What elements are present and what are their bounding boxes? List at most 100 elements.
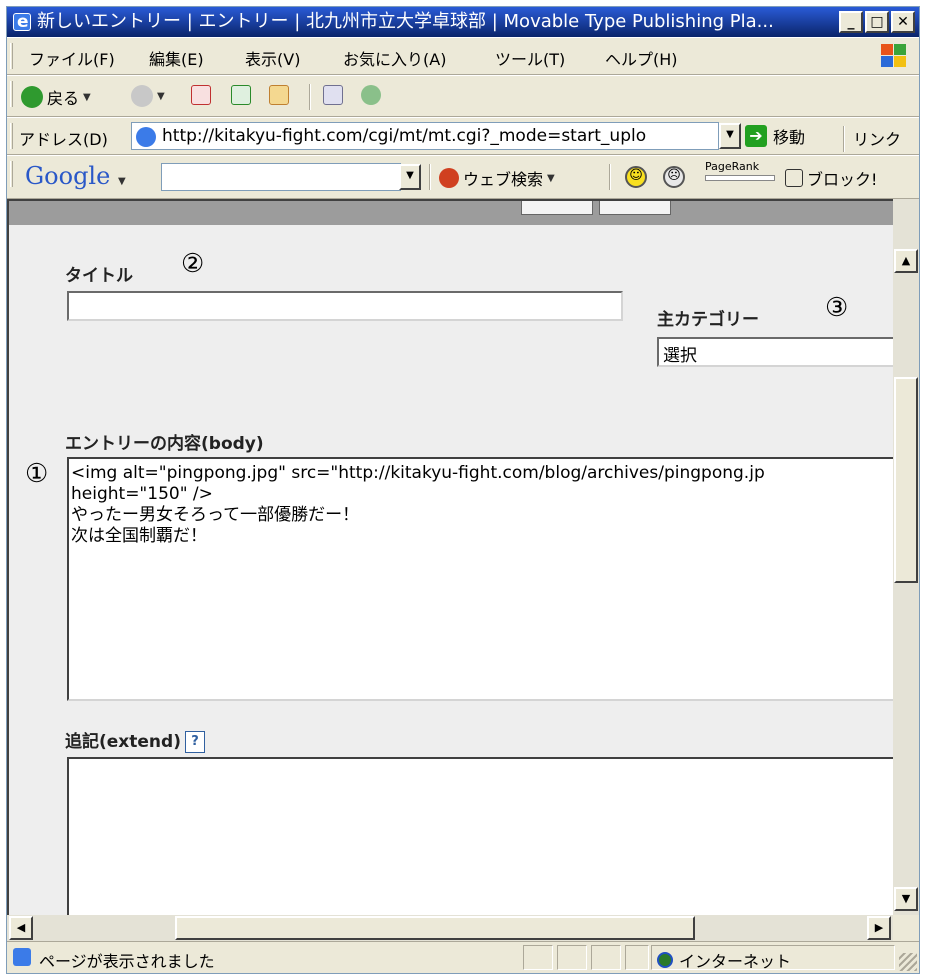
strip-button[interactable] bbox=[521, 201, 593, 215]
toolbar-grip[interactable] bbox=[10, 81, 13, 107]
menu-favorites[interactable]: お気に入り(A) bbox=[343, 46, 446, 70]
google-search-dropdown[interactable]: ▼ bbox=[399, 164, 421, 190]
minimize-button[interactable]: _ bbox=[839, 11, 863, 33]
menu-file[interactable]: ファイル(F) bbox=[29, 46, 115, 70]
resize-grip[interactable] bbox=[899, 953, 917, 971]
scrollbar-corner bbox=[893, 915, 919, 941]
status-pane bbox=[523, 945, 553, 970]
maximize-button[interactable]: □ bbox=[865, 11, 889, 33]
go-button[interactable]: ➔ 移動 bbox=[745, 124, 805, 148]
chevron-down-icon[interactable]: ▼ bbox=[118, 176, 126, 187]
go-arrow-icon: ➔ bbox=[745, 125, 767, 147]
window-title: 新しいエントリー | エントリー | 北九州市立大学卓球部 | Movable … bbox=[37, 11, 774, 32]
links-button[interactable]: リンク bbox=[853, 126, 901, 150]
toolbar-grip[interactable] bbox=[10, 123, 13, 149]
menu-view[interactable]: 表示(V) bbox=[245, 46, 300, 70]
toolbar-grip[interactable] bbox=[10, 43, 13, 69]
page-status-icon bbox=[13, 948, 31, 966]
body-label: エントリーの内容(body) bbox=[65, 434, 264, 454]
vertical-scroll-thumb[interactable] bbox=[894, 377, 918, 583]
forward-arrow-icon bbox=[131, 85, 153, 107]
popup-block-icon bbox=[785, 169, 803, 187]
binoculars-icon bbox=[439, 168, 459, 188]
scroll-up-button[interactable]: ▲ bbox=[894, 249, 918, 273]
zone-label: インターネット bbox=[679, 952, 792, 971]
horizontal-scrollbar[interactable]: ◀ ▶ bbox=[7, 915, 893, 941]
menu-tools[interactable]: ツール(T) bbox=[495, 46, 565, 70]
messenger-button[interactable] bbox=[361, 85, 381, 105]
vertical-scrollbar[interactable]: ▲ ▼ bbox=[893, 199, 919, 915]
title-bar[interactable]: 新しいエントリー | エントリー | 北九州市立大学卓球部 | Movable … bbox=[7, 7, 919, 37]
toolbar-separator bbox=[843, 126, 845, 152]
annotation-mark-2: ② bbox=[181, 249, 205, 279]
google-search-input[interactable] bbox=[161, 163, 401, 191]
status-bar: ページが表示されました インターネット bbox=[7, 941, 919, 973]
popup-blocker-label: ブロック! bbox=[807, 170, 878, 189]
window-controls: _ □ ✕ bbox=[839, 11, 915, 33]
horizontal-scroll-thumb[interactable] bbox=[175, 916, 695, 940]
forward-button[interactable]: ▼ bbox=[131, 85, 165, 107]
menu-help[interactable]: ヘルプ(H) bbox=[605, 46, 678, 70]
home-button[interactable] bbox=[269, 85, 289, 105]
address-label: アドレス(D) bbox=[19, 130, 108, 149]
toolbar-grip[interactable] bbox=[10, 161, 13, 187]
status-text: ページが表示されました bbox=[39, 952, 215, 971]
address-url: http://kitakyu-fight.com/cgi/mt/mt.cgi?_… bbox=[162, 126, 647, 146]
chevron-down-icon[interactable]: ▼ bbox=[157, 91, 165, 102]
menu-edit[interactable]: 編集(E) bbox=[149, 46, 204, 70]
category-value: 選択 bbox=[663, 346, 697, 366]
status-pane bbox=[557, 945, 587, 970]
stop-button[interactable] bbox=[191, 85, 211, 105]
title-input[interactable] bbox=[67, 291, 623, 321]
scroll-left-button[interactable]: ◀ bbox=[9, 916, 33, 940]
web-search-button[interactable]: ウェブ検索 ▼ bbox=[439, 166, 555, 190]
vote-negative-button[interactable]: ☹ bbox=[663, 166, 685, 188]
title-label: タイトル bbox=[65, 266, 133, 286]
security-zone[interactable]: インターネット bbox=[657, 948, 791, 972]
toolbar-separator bbox=[609, 164, 611, 190]
windows-flag-icon bbox=[879, 42, 907, 70]
popup-blocker-button[interactable]: ブロック! bbox=[785, 166, 877, 190]
refresh-button[interactable] bbox=[231, 85, 251, 105]
extend-textarea[interactable] bbox=[67, 757, 893, 915]
address-dropdown-button[interactable]: ▼ bbox=[719, 123, 741, 149]
page-header-strip bbox=[9, 201, 893, 225]
status-pane bbox=[591, 945, 621, 970]
google-logo-text: Google bbox=[25, 162, 111, 190]
chevron-down-icon[interactable]: ▼ bbox=[547, 173, 555, 184]
back-button[interactable]: 戻る ▼ bbox=[21, 85, 91, 109]
pagerank-indicator[interactable]: PageRank bbox=[705, 160, 775, 181]
scroll-down-button[interactable]: ▼ bbox=[894, 887, 918, 911]
smiley-happy-icon: ☺ bbox=[625, 166, 647, 188]
vote-positive-button[interactable]: ☺ bbox=[625, 166, 647, 188]
ie-app-icon[interactable] bbox=[13, 7, 31, 37]
messenger-icon bbox=[361, 85, 381, 105]
go-label: 移動 bbox=[773, 128, 806, 147]
print-button[interactable] bbox=[323, 85, 343, 105]
strip-button[interactable] bbox=[599, 201, 671, 215]
close-button[interactable]: ✕ bbox=[891, 11, 915, 33]
category-select[interactable]: 選択 bbox=[657, 337, 893, 367]
stop-icon bbox=[191, 85, 211, 105]
google-logo[interactable]: Google ▼ bbox=[25, 162, 126, 190]
category-label: 主カテゴリー bbox=[657, 310, 759, 330]
annotation-mark-3: ③ bbox=[825, 293, 849, 323]
address-input[interactable]: http://kitakyu-fight.com/cgi/mt/mt.cgi?_… bbox=[131, 122, 719, 150]
google-toolbar: Google ▼ ▼ ウェブ検索 ▼ ☺ ☹ PageRank ブロック! bbox=[7, 155, 919, 199]
scroll-right-button[interactable]: ▶ bbox=[867, 916, 891, 940]
page-icon bbox=[136, 127, 156, 147]
body-textarea[interactable]: <img alt="pingpong.jpg" src="http://kita… bbox=[67, 457, 893, 701]
menu-bar: ファイル(F) 編集(E) 表示(V) お気に入り(A) ツール(T) ヘルプ(… bbox=[7, 37, 919, 75]
toolbar-separator bbox=[309, 84, 311, 110]
pagerank-bar bbox=[705, 175, 775, 181]
back-arrow-icon bbox=[21, 86, 43, 108]
pagerank-label: PageRank bbox=[705, 160, 760, 173]
smiley-sad-icon: ☹ bbox=[663, 166, 685, 188]
home-icon bbox=[269, 85, 289, 105]
extend-help-button[interactable]: ? bbox=[184, 731, 205, 753]
chevron-down-icon[interactable]: ▼ bbox=[83, 92, 91, 103]
browser-window: 新しいエントリー | エントリー | 北九州市立大学卓球部 | Movable … bbox=[6, 6, 920, 974]
refresh-icon bbox=[231, 85, 251, 105]
address-bar: アドレス(D) http://kitakyu-fight.com/cgi/mt/… bbox=[7, 117, 919, 155]
extend-label-row: 追記(extend)? bbox=[65, 727, 205, 753]
